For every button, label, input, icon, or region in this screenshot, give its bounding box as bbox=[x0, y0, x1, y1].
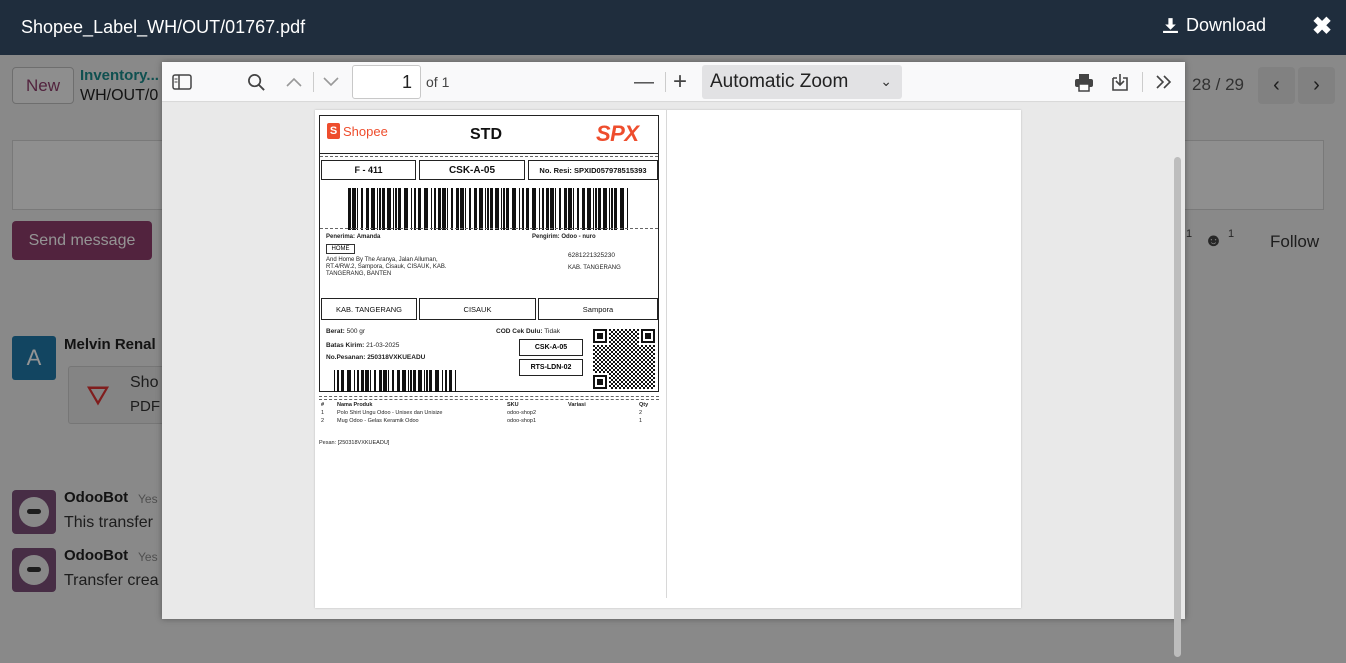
sender-label: Pengirim: bbox=[532, 234, 560, 240]
pdf-toolbar: of 1 — + Automatic Zoom ⌄ bbox=[162, 62, 1185, 102]
receiver-address: And Home By The Aranya, Jalan Alluman, R… bbox=[326, 257, 447, 277]
zoom-value: Automatic Zoom bbox=[710, 71, 849, 92]
destination-city: KAB. TANGERANG bbox=[321, 298, 417, 320]
close-button[interactable]: ✖ bbox=[1309, 12, 1335, 40]
table-row: 1 Polo Shirt Ungu Odoo - Unisex dan Unis… bbox=[321, 410, 643, 416]
box-code-1: CSK-A-05 bbox=[519, 339, 583, 356]
sender-name: Odoo - nuro bbox=[561, 234, 596, 240]
shipping-label: S Shopee STD SPX F - 411 CSK-A-05 No. Re… bbox=[319, 115, 659, 392]
pdf-page: S Shopee STD SPX F - 411 CSK-A-05 No. Re… bbox=[315, 110, 1021, 608]
vertical-scrollbar[interactable] bbox=[1174, 157, 1181, 657]
tools-menu-button[interactable] bbox=[1152, 68, 1176, 96]
courier-logo: SPX bbox=[596, 121, 639, 146]
zoom-in-button[interactable]: + bbox=[668, 68, 692, 96]
dashed-divider bbox=[319, 396, 659, 397]
table-header: # Nama Produk SKU Variasi Qty bbox=[321, 402, 649, 408]
toolbar-separator bbox=[1142, 72, 1143, 92]
double-chevron-right-icon bbox=[1156, 75, 1172, 89]
weight: Berat: 500 gr bbox=[326, 328, 366, 335]
sort-code: F - 411 bbox=[321, 160, 416, 180]
order-barcode bbox=[334, 370, 456, 392]
find-button[interactable] bbox=[244, 68, 268, 96]
dashed-divider bbox=[320, 156, 658, 157]
shopee-logo: S Shopee bbox=[327, 123, 388, 139]
qr-code bbox=[593, 329, 655, 389]
toolbar-separator bbox=[313, 72, 314, 92]
toolbar-separator bbox=[665, 72, 666, 92]
page-number-input[interactable] bbox=[352, 65, 421, 99]
zoom-out-button[interactable]: — bbox=[632, 68, 656, 96]
dashed-divider bbox=[319, 399, 659, 400]
sender-phone: 6281221325230 bbox=[568, 252, 615, 259]
next-page-button[interactable] bbox=[319, 68, 343, 96]
save-download-icon bbox=[1112, 73, 1128, 91]
document-title: Shopee_Label_WH/OUT/01767.pdf bbox=[21, 17, 306, 37]
preview-titlebar: Shopee_Label_WH/OUT/01767.pdf Download ✖ bbox=[0, 0, 1346, 55]
pdf-canvas: S Shopee STD SPX F - 411 CSK-A-05 No. Re… bbox=[162, 103, 1185, 657]
previous-page-button[interactable] bbox=[282, 68, 306, 96]
sidebar-toggle-button[interactable] bbox=[170, 68, 194, 96]
label-header: S Shopee STD SPX bbox=[320, 116, 658, 154]
download-label: Download bbox=[1186, 15, 1267, 35]
station-code: CSK-A-05 bbox=[419, 160, 525, 180]
receiver-line: Penerima: Amanda bbox=[326, 234, 380, 241]
chevron-down-icon: ⌄ bbox=[880, 73, 892, 89]
sender-city: KAB. TANGERANG bbox=[568, 265, 621, 271]
plus-icon: + bbox=[672, 68, 687, 95]
search-icon bbox=[247, 73, 265, 91]
minus-icon: — bbox=[634, 70, 654, 93]
box-code-2: RTS-LDN-02 bbox=[519, 359, 583, 376]
tracking-number: No. Resi: SPXID057978515393 bbox=[528, 160, 658, 180]
brand-name: Shopee bbox=[343, 123, 388, 139]
ship-deadline: Batas Kirim: 21-03-2025 bbox=[326, 342, 400, 349]
table-row: 2 Mug Odoo - Gelas Keramik Odoo odoo-sho… bbox=[321, 418, 643, 424]
page-fold-line bbox=[666, 110, 667, 598]
order-number: No.Pesanan: 250318VXKUEADU bbox=[326, 354, 426, 361]
chevron-down-icon bbox=[323, 77, 339, 87]
service-type: STD bbox=[470, 126, 502, 143]
sender-line: Pengirim: Odoo - nuro bbox=[532, 234, 596, 241]
destination-subdistrict: Sampora bbox=[538, 298, 658, 320]
receiver-label: Penerima: bbox=[326, 234, 356, 240]
zoom-select[interactable]: Automatic Zoom ⌄ bbox=[702, 65, 902, 99]
download-button[interactable]: Download bbox=[1162, 15, 1266, 36]
print-button[interactable] bbox=[1072, 68, 1096, 96]
receiver-name: Amanda bbox=[356, 234, 381, 240]
dashed-divider bbox=[320, 228, 658, 229]
shopee-bag-icon: S bbox=[327, 123, 340, 139]
download-icon bbox=[1163, 18, 1178, 33]
printer-icon bbox=[1075, 73, 1093, 92]
tracking-barcode bbox=[348, 188, 628, 230]
address-type-badge: HOME bbox=[326, 244, 355, 254]
destination-district: CISAUK bbox=[419, 298, 536, 320]
order-note: Pesan: [250318VXKUEADU] bbox=[319, 440, 390, 446]
sidebar-icon bbox=[172, 74, 192, 90]
cod-check: COD Cek Dulu: Tidak bbox=[496, 328, 560, 335]
page-count: of 1 bbox=[426, 74, 450, 90]
pdf-viewer: of 1 — + Automatic Zoom ⌄ S S bbox=[162, 62, 1185, 657]
chevron-up-icon bbox=[286, 77, 302, 87]
close-icon: ✖ bbox=[1311, 12, 1333, 40]
save-button[interactable] bbox=[1108, 68, 1132, 96]
